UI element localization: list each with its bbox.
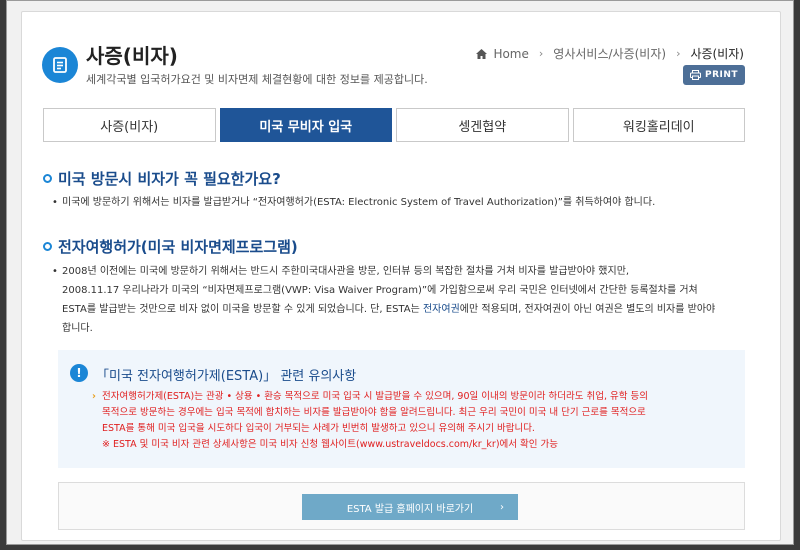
section-heading-text: 전자여행허가(미국 비자면제프로그램): [58, 238, 298, 256]
notice-box: ! 「미국 전자여행허가제(ESTA)」 관련 유의사항 › 전자여행허가제(E…: [58, 350, 745, 468]
cta-label: ESTA 발급 홈페이지 바로가기: [346, 503, 474, 515]
tab-us-visa-waiver[interactable]: 미국 무비자 입국: [219, 108, 392, 142]
chevron-right-icon: ›: [500, 501, 504, 513]
paragraph-text: 에만 적용되며, 전자여권이 아닌 여권은 별도의 비자를 받아야: [459, 304, 716, 315]
tab-schengen[interactable]: 셍겐협약: [396, 108, 569, 142]
alert-icon: !: [70, 364, 88, 382]
print-label: PRINT: [704, 70, 739, 80]
paragraph-text: ESTA를 발급받는 것만으로 비자 없이 미국을 방문할 수 있게 되었습니다…: [62, 304, 423, 315]
notice-line: ESTA를 통해 미국 입국을 시도하다 입국이 거부되는 사례가 빈번히 발생…: [102, 423, 535, 434]
print-button[interactable]: PRINT: [683, 65, 745, 85]
e-passport-link[interactable]: 전자여권: [423, 304, 460, 315]
esta-homepage-button[interactable]: ESTA 발급 홈페이지 바로가기 ›: [302, 494, 518, 520]
section-paragraph: • 미국에 방문하기 위해서는 비자를 발급받거나 “전자여행허가(ESTA: …: [52, 193, 752, 212]
notice-line: 목적으로 방문하는 경우에는 입국 목적에 합치하는 비자를 발급받아야 함을 …: [102, 407, 646, 418]
printer-icon: [689, 70, 701, 80]
notice-title: 「미국 전자여행허가제(ESTA)」 관련 유의사항: [96, 369, 357, 384]
tab-bar: 사증(비자) 미국 무비자 입국 셍겐협약 워킹홀리데이: [43, 108, 745, 142]
document-icon: [42, 47, 78, 83]
breadcrumb-home-label: Home: [493, 46, 529, 61]
cta-container: ESTA 발급 홈페이지 바로가기 ›: [58, 482, 745, 530]
breadcrumb-home[interactable]: Home: [476, 46, 529, 61]
notice-body: › 전자여행허가제(ESTA)는 관광 • 상용 • 환승 목적으로 미국 입국…: [92, 389, 712, 453]
section-heading-text: 미국 방문시 비자가 꼭 필요한가요?: [58, 170, 281, 188]
breadcrumb-item[interactable]: 영사서비스/사증(비자): [553, 45, 666, 62]
ring-bullet-icon: [43, 174, 52, 183]
tab-working-holiday[interactable]: 워킹홀리데이: [572, 108, 745, 142]
section-paragraph: • 2008년 이전에는 미국에 방문하기 위해서는 반드시 주한미국대사관을 …: [52, 262, 752, 338]
notice-line: 전자여행허가제(ESTA)는 관광 • 상용 • 환승 목적으로 미국 입국 시…: [102, 391, 648, 402]
tab-visa[interactable]: 사증(비자): [43, 108, 216, 142]
section-heading: 미국 방문시 비자가 꼭 필요한가요?: [43, 168, 281, 189]
paragraph-line: ESTA를 발급받는 것만으로 비자 없이 미국을 방문할 수 있게 되었습니다…: [52, 300, 752, 319]
section-heading: 전자여행허가(미국 비자면제프로그램): [43, 236, 298, 257]
home-icon: [476, 48, 488, 59]
chevron-right-icon: ›: [538, 47, 544, 60]
notice-line: ※ ESTA 및 미국 비자 관련 상세사항은 미국 비자 신청 웹사이트(ww…: [102, 439, 559, 450]
paragraph-text: 미국에 방문하기 위해서는 비자를 발급받거나 “전자여행허가(ESTA: El…: [62, 197, 656, 208]
page-description: 세계각국별 입국허가요건 및 비자면제 체결현황에 대한 정보를 제공합니다.: [86, 73, 428, 86]
chevron-right-icon: ›: [92, 391, 96, 402]
chevron-right-icon: ›: [676, 47, 681, 60]
bullet-dot-icon: •: [52, 197, 58, 208]
bullet-dot-icon: •: [52, 266, 58, 277]
paragraph-line: 합니다.: [62, 323, 93, 334]
breadcrumb-current: 사증(비자): [690, 47, 744, 61]
paragraph-line: 2008년 이전에는 미국에 방문하기 위해서는 반드시 주한미국대사관을 방문…: [62, 266, 630, 277]
breadcrumb: Home › 영사서비스/사증(비자) › 사증(비자): [476, 45, 744, 62]
paragraph-line: 2008.11.17 우리나라가 미국의 “비자면제프로그램(VWP: Visa…: [62, 285, 698, 296]
page-title: 사증(비자): [86, 44, 178, 68]
ring-bullet-icon: [43, 242, 52, 251]
